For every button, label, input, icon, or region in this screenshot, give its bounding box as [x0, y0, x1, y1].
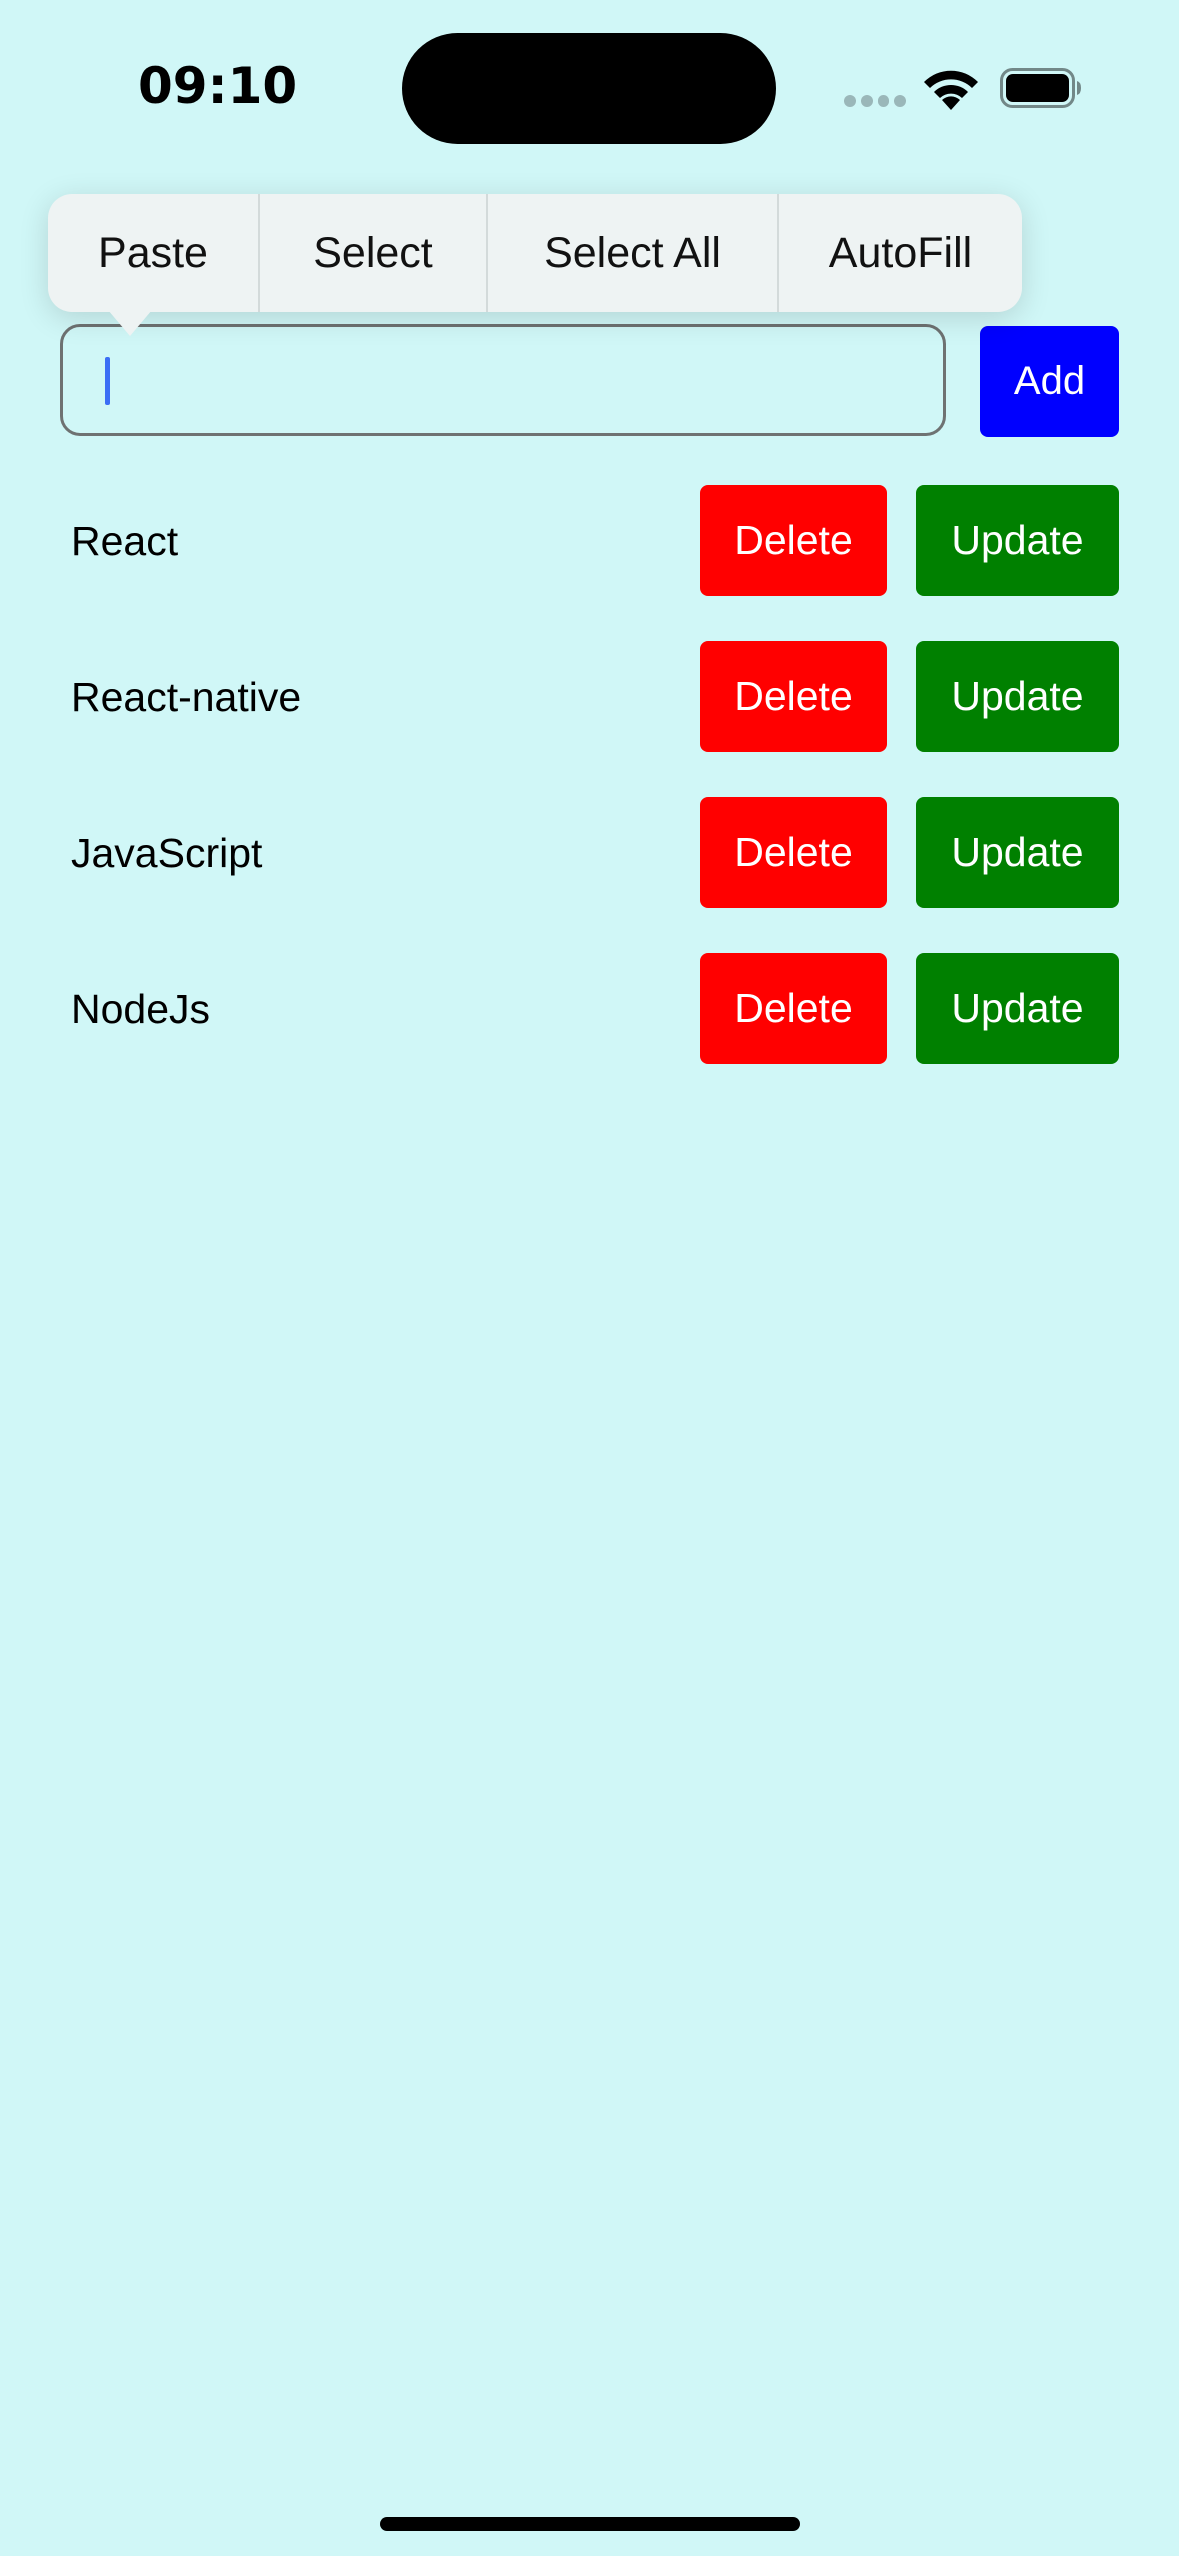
wifi-icon: [924, 70, 978, 110]
delete-button[interactable]: Delete: [700, 953, 887, 1064]
item-text-input[interactable]: [60, 324, 946, 436]
home-indicator[interactable]: [380, 2517, 800, 2531]
list-item-label: React: [71, 517, 179, 564]
edit-menu-pointer: [108, 310, 152, 336]
select-menu-item[interactable]: Select: [260, 194, 488, 312]
update-button[interactable]: Update: [916, 485, 1119, 596]
update-button[interactable]: Update: [916, 797, 1119, 908]
dynamic-island: [402, 33, 776, 144]
status-time: 09:10: [138, 57, 298, 115]
list-item-label: NodeJs: [71, 985, 211, 1032]
paste-menu-item[interactable]: Paste: [48, 194, 260, 312]
delete-button[interactable]: Delete: [700, 485, 887, 596]
list-item: React-native Delete Update: [0, 641, 1179, 753]
add-button[interactable]: Add: [980, 326, 1119, 437]
edit-menu: Paste Select Select All AutoFill: [48, 194, 1022, 312]
list-item: JavaScript Delete Update: [0, 797, 1179, 909]
list-item-label: React-native: [71, 673, 302, 720]
list-item-label: JavaScript: [71, 829, 263, 876]
signal-dots-icon: [844, 95, 906, 107]
delete-button[interactable]: Delete: [700, 641, 887, 752]
text-caret: [105, 357, 110, 405]
update-button[interactable]: Update: [916, 641, 1119, 752]
select-all-menu-item[interactable]: Select All: [488, 194, 779, 312]
update-button[interactable]: Update: [916, 953, 1119, 1064]
battery-icon: [1000, 68, 1081, 108]
list-item: NodeJs Delete Update: [0, 953, 1179, 1065]
list-item: React Delete Update: [0, 485, 1179, 597]
autofill-menu-item[interactable]: AutoFill: [779, 194, 1022, 312]
delete-button[interactable]: Delete: [700, 797, 887, 908]
